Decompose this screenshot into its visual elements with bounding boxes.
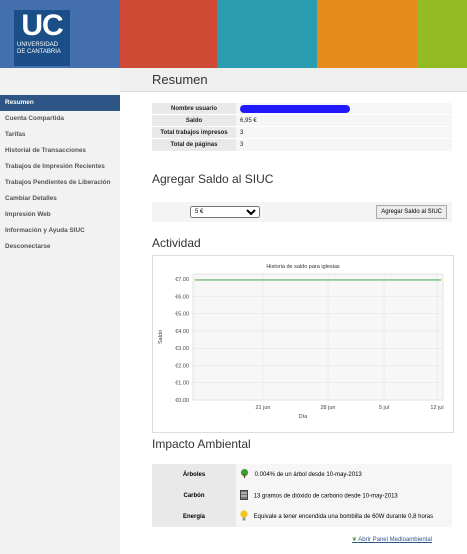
sidebar-item-trabajos-pendientes[interactable]: Trabajos Pendientes de Liberación bbox=[0, 175, 120, 191]
sidebar-item-resumen[interactable]: Resumen bbox=[0, 95, 120, 111]
y-tick-label: €4.00 bbox=[175, 329, 189, 335]
balance-value: 6,95 € bbox=[236, 114, 452, 127]
balance-history-chart: Historia de saldo para iglesias €0.00 €1.0… bbox=[152, 255, 454, 433]
env-value-row: Equivale a tener encendida una bombilla … bbox=[236, 506, 452, 527]
y-tick-label: €0.00 bbox=[175, 398, 189, 404]
table-row: Saldo 6,95 € bbox=[152, 114, 452, 127]
summary-label: Total trabajos impresos bbox=[152, 126, 236, 139]
logo-line2: DE CANTABRIA bbox=[17, 49, 61, 55]
environment-panel-link[interactable]: ❦ Abrir Panel Medioambiental bbox=[352, 536, 432, 543]
y-tick-label: €3.00 bbox=[175, 346, 189, 352]
env-value: 13 gramos de dióxido de carbono desde 10… bbox=[253, 493, 398, 500]
y-tick-label: €2.00 bbox=[175, 363, 189, 369]
summary-label: Saldo bbox=[152, 114, 236, 127]
environment-title: Impacto Ambiental bbox=[152, 437, 251, 451]
sidebar-item-impresion-web[interactable]: Impresión Web bbox=[0, 207, 120, 223]
sidebar-item-trabajos-recientes[interactable]: Trabajos de Impresión Recientes bbox=[0, 159, 120, 175]
chart-title: Historia de saldo para iglesias bbox=[266, 264, 340, 270]
sidebar-item-cambiar-detalles[interactable]: Cambiar Detalles bbox=[0, 191, 120, 207]
y-tick-label: €5.00 bbox=[175, 312, 189, 318]
main-content: Resumen Nombre usuario Saldo 6,95 € Tota… bbox=[120, 68, 467, 554]
y-axis-label: Saldo bbox=[158, 330, 164, 344]
table-row: Total trabajos impresos 3 bbox=[152, 126, 452, 139]
sidebar-item-desconectarse[interactable]: Desconectarse bbox=[0, 239, 120, 255]
add-balance-row: 5 € Agregar Saldo al SIUC bbox=[152, 202, 452, 222]
total-pages-value: 3 bbox=[236, 138, 452, 151]
sidebar-item-cuenta-compartida[interactable]: Cuenta Compartida bbox=[0, 111, 120, 127]
table-row: Nombre usuario bbox=[152, 102, 452, 115]
x-tick-label: 12 jul bbox=[430, 405, 443, 411]
x-tick-label: 5 jul bbox=[379, 405, 389, 411]
header-band-teal bbox=[217, 0, 317, 68]
summary-label: Nombre usuario bbox=[152, 102, 236, 115]
x-tick-label: 28 jun bbox=[321, 405, 336, 411]
plot-area bbox=[192, 273, 444, 401]
sidebar-item-ayuda[interactable]: Información y Ayuda SIUC bbox=[0, 223, 120, 239]
bulb-icon bbox=[240, 510, 248, 523]
table-row: Energía Equivale a tener encendida una b… bbox=[152, 506, 452, 527]
env-value-row: 13 gramos de dióxido de carbono desde 10… bbox=[236, 485, 452, 506]
panel-link-label: Abrir Panel Medioambiental bbox=[358, 537, 432, 543]
university-logo[interactable]: UC UNIVERSIDAD DE CANTABRIA bbox=[14, 10, 70, 66]
activity-title: Actividad bbox=[152, 236, 201, 250]
x-tick-label: 21 jun bbox=[256, 405, 271, 411]
env-value: Equivale a tener encendida una bombilla … bbox=[253, 514, 434, 521]
tree-icon bbox=[240, 469, 249, 480]
table-row: Árboles 0.004% de un árbol desde 10-may-… bbox=[152, 464, 452, 485]
add-balance-title: Agregar Saldo al SIUC bbox=[152, 172, 274, 186]
sidebar-nav: Resumen Cuenta Compartida Tarifas Histor… bbox=[0, 68, 120, 554]
summary-label: Total de páginas bbox=[152, 138, 236, 151]
chart-svg: Historia de saldo para iglesias €0.00 €1.0… bbox=[158, 264, 444, 420]
y-tick-label: €7.00 bbox=[175, 277, 189, 283]
leaf-icon: ❦ bbox=[351, 537, 357, 543]
x-axis-label: Día bbox=[299, 414, 309, 420]
redaction-mark bbox=[240, 104, 350, 113]
sidebar-item-historial[interactable]: Historial de Transacciones bbox=[0, 143, 120, 159]
total-jobs-value: 3 bbox=[236, 126, 452, 139]
env-value: 0.004% de un árbol desde 10-may-2013 bbox=[254, 472, 362, 479]
logo-line1: UNIVERSIDAD bbox=[17, 42, 59, 48]
sidebar-item-tarifas[interactable]: Tarifas bbox=[0, 127, 120, 143]
y-tick-label: €1.00 bbox=[175, 381, 189, 387]
env-value-row: 0.004% de un árbol desde 10-may-2013 bbox=[236, 464, 452, 485]
app-root: UC UNIVERSIDAD DE CANTABRIA Resumen Cuen… bbox=[0, 0, 467, 554]
env-label: Energía bbox=[152, 506, 236, 527]
header-band-orange bbox=[317, 0, 417, 68]
amount-select[interactable]: 5 € bbox=[190, 206, 260, 218]
env-label: Carbón bbox=[152, 485, 236, 506]
add-balance-button[interactable]: Agregar Saldo al SIUC bbox=[376, 205, 447, 219]
summary-table: Nombre usuario Saldo 6,95 € Total trabaj… bbox=[152, 102, 452, 151]
env-label: Árboles bbox=[152, 464, 236, 485]
header-band-red bbox=[120, 0, 217, 68]
header-banner: UC UNIVERSIDAD DE CANTABRIA bbox=[0, 0, 467, 68]
bin-icon bbox=[240, 489, 248, 502]
header-band-green bbox=[417, 0, 467, 68]
logo-text: UC bbox=[21, 9, 63, 42]
table-row: Carbón 13 gramos de dióxido de carbono d… bbox=[152, 485, 452, 506]
y-tick-label: €6.00 bbox=[175, 294, 189, 300]
page-title: Resumen bbox=[152, 72, 208, 87]
environment-table: Árboles 0.004% de un árbol desde 10-may-… bbox=[152, 464, 452, 527]
username-value bbox=[236, 102, 452, 115]
table-row: Total de páginas 3 bbox=[152, 138, 452, 151]
